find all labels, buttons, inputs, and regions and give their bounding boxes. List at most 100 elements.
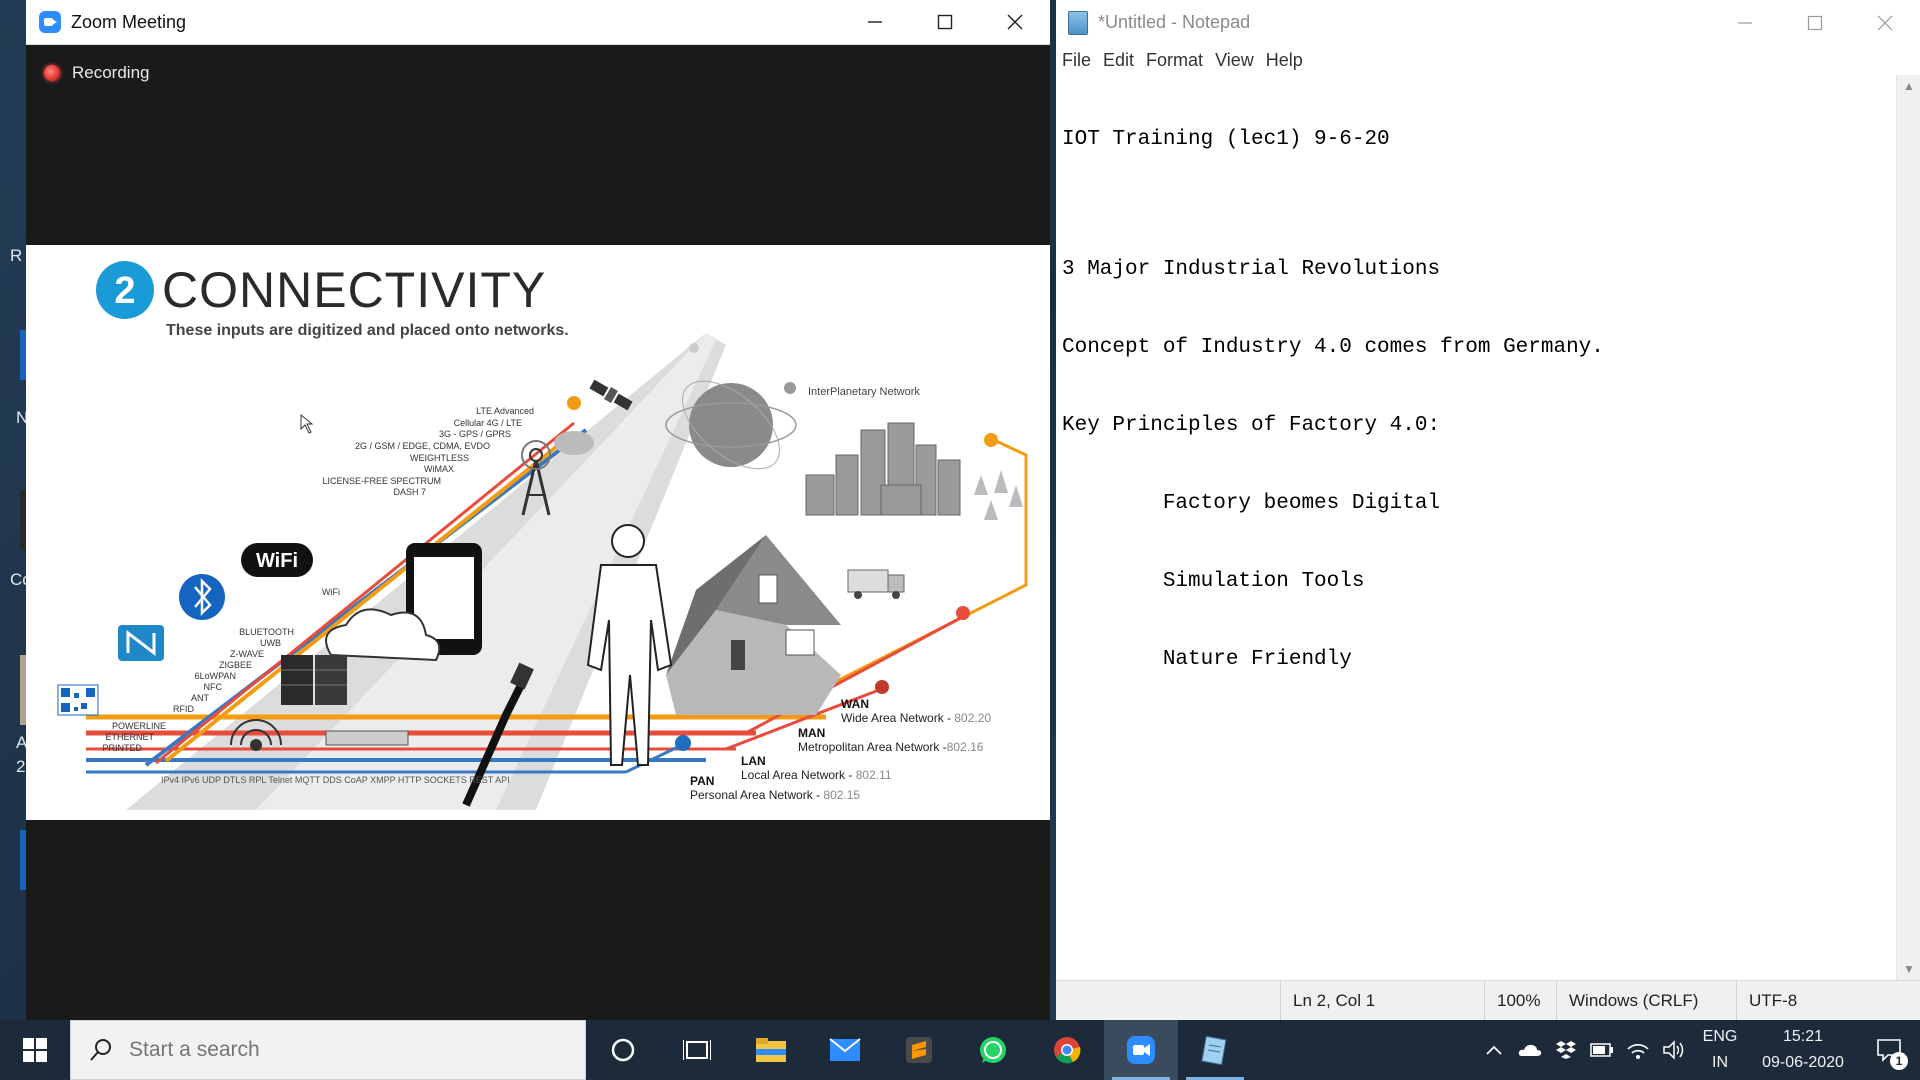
file-explorer-icon (756, 1038, 786, 1062)
satellite-dish-icon (554, 431, 594, 455)
wan-abbr: WAN (841, 697, 869, 711)
notification-count-badge: 1 (1890, 1052, 1908, 1070)
wan-endpoint (984, 433, 998, 447)
text-line: Factory beomes Digital (1062, 492, 1441, 515)
slide-subtitle: These inputs are digitized and placed on… (166, 322, 569, 339)
file-explorer-button[interactable] (734, 1020, 808, 1080)
mouse-cursor-icon (300, 413, 314, 434)
recording-label: Recording (72, 63, 150, 82)
cellular-item: Cellular 4G / LTE (454, 418, 522, 428)
wifi-button[interactable] (1620, 1020, 1656, 1080)
maximize-icon (1807, 15, 1823, 30)
text-line: Concept of Industry 4.0 comes from Germa… (1062, 336, 1604, 359)
notepad-text-area[interactable]: IOT Training (lec1) 9-6-20 3 Major Indus… (1062, 75, 1882, 980)
notepad-minimize-button[interactable] (1710, 0, 1780, 45)
whatsapp-button[interactable] (956, 1020, 1030, 1080)
region-code: IN (1712, 1054, 1728, 1071)
notepad-title-bar[interactable]: *Untitled - Notepad (1056, 0, 1920, 45)
text-line: Nature Friendly (1062, 648, 1352, 671)
maximize-icon (937, 14, 953, 30)
task-view-button[interactable] (660, 1020, 734, 1080)
zoom-taskbar-button[interactable] (1104, 1020, 1178, 1080)
slide-title: CONNECTIVITY (162, 262, 546, 318)
tray-overflow-button[interactable] (1476, 1020, 1512, 1080)
text-line: Key Principles of Factory 4.0: (1062, 414, 1441, 437)
start-button[interactable] (0, 1020, 70, 1080)
speaker-icon (1663, 1040, 1684, 1060)
taskbar: ENG IN 15:21 09-06-2020 1 (0, 1020, 1920, 1080)
system-tray: ENG IN 15:21 09-06-2020 1 (1476, 1020, 1920, 1080)
notepad-menu-bar: File Edit Format View Help (1056, 45, 1920, 75)
protocols-label: IPv4 IPv6 UDP DTLS RPL Telnet MQTT DDS C… (161, 775, 510, 785)
menu-view[interactable]: View (1215, 50, 1254, 71)
sublime-text-button[interactable] (882, 1020, 956, 1080)
short-range-item: 6LoWPAN (195, 671, 236, 681)
short-range-item: UWB (260, 638, 281, 648)
zoom-minimize-button[interactable] (840, 0, 910, 45)
notepad-maximize-button[interactable] (1780, 0, 1850, 45)
menu-format[interactable]: Format (1146, 50, 1203, 71)
chrome-button[interactable] (1030, 1020, 1104, 1080)
mail-button[interactable] (808, 1020, 882, 1080)
action-center-button[interactable]: 1 (1858, 1020, 1920, 1080)
cellular-item: 2G / GSM / EDGE, CDMA, EVDO (355, 441, 490, 451)
notepad-taskbar-button[interactable] (1178, 1020, 1252, 1080)
short-range-item: RFID (173, 704, 194, 714)
dropbox-button[interactable] (1548, 1020, 1584, 1080)
short-range-item: BLUETOOTH (239, 627, 294, 637)
zoom-maximize-button[interactable] (910, 0, 980, 45)
wan-name: Wide Area Network - 802.20 (841, 711, 991, 725)
notepad-vertical-scrollbar[interactable]: ▲ ▼ (1896, 75, 1920, 980)
taskbar-search-box[interactable] (70, 1020, 586, 1080)
menu-file[interactable]: File (1062, 50, 1091, 71)
shared-screen-slide: 2 CONNECTIVITY These inputs are digitize… (26, 245, 1050, 820)
dropbox-icon (1556, 1041, 1576, 1059)
cellular-item: 3G - GPS / GPRS (439, 429, 511, 439)
clock-date: 09-06-2020 (1762, 1054, 1844, 1071)
onedrive-cloud-icon (1518, 1044, 1542, 1056)
short-range-item: Z-WAVE (230, 649, 264, 659)
text-line: IOT Training (lec1) 9-6-20 (1062, 128, 1390, 151)
cursor-position: Ln 2, Col 1 (1280, 980, 1484, 1021)
zoom-meeting-stage: Recording 2 CONNECTIVITY These inputs ar… (26, 45, 1050, 1020)
clock[interactable]: 15:21 09-06-2020 (1748, 1024, 1858, 1076)
scroll-down-arrow-icon[interactable]: ▼ (1897, 962, 1920, 976)
man-abbr: MAN (798, 726, 825, 740)
wifi-label: WiFi (322, 587, 340, 597)
cellular-item: LTE Advanced (476, 406, 534, 416)
menu-edit[interactable]: Edit (1103, 50, 1134, 71)
chevron-up-icon (1486, 1045, 1502, 1055)
onedrive-button[interactable] (1512, 1020, 1548, 1080)
truck-icon (847, 569, 905, 599)
cortana-icon (611, 1038, 635, 1062)
notepad-close-button[interactable] (1850, 0, 1920, 45)
menu-help[interactable]: Help (1266, 50, 1303, 71)
recording-indicator[interactable]: Recording (44, 63, 150, 83)
battery-button[interactable] (1584, 1020, 1620, 1080)
input-language-indicator[interactable]: ENG IN (1692, 1024, 1748, 1076)
mail-icon (829, 1038, 861, 1061)
scroll-up-arrow-icon[interactable]: ▲ (1897, 79, 1920, 93)
search-input[interactable] (129, 1038, 549, 1062)
zoom-level: 100% (1484, 980, 1556, 1021)
lan-abbr: LAN (741, 754, 766, 768)
zoom-app-icon (39, 11, 61, 33)
short-range-item: NFC (204, 682, 223, 692)
zoom-title-bar[interactable]: Zoom Meeting (26, 0, 1050, 45)
short-range-item: ZIGBEE (219, 660, 252, 670)
pan-abbr: PAN (690, 774, 714, 788)
close-icon (1007, 14, 1023, 30)
clock-time: 15:21 (1782, 1028, 1824, 1045)
city-buildings-icon (805, 422, 961, 516)
desktop-label-fragment: 2 (16, 757, 26, 776)
chrome-icon (1054, 1037, 1081, 1064)
house-icon (666, 535, 841, 715)
battery-icon (1590, 1043, 1613, 1057)
cortana-button[interactable] (586, 1020, 660, 1080)
zoom-close-button[interactable] (980, 0, 1050, 45)
encoding: UTF-8 (1736, 980, 1920, 1021)
cellular-tech-list: LTE Advanced Cellular 4G / LTE 3G - GPS … (322, 406, 534, 497)
notepad-app-icon (1068, 10, 1088, 35)
zoom-window-title: Zoom Meeting (71, 11, 187, 32)
volume-button[interactable] (1656, 1020, 1692, 1080)
